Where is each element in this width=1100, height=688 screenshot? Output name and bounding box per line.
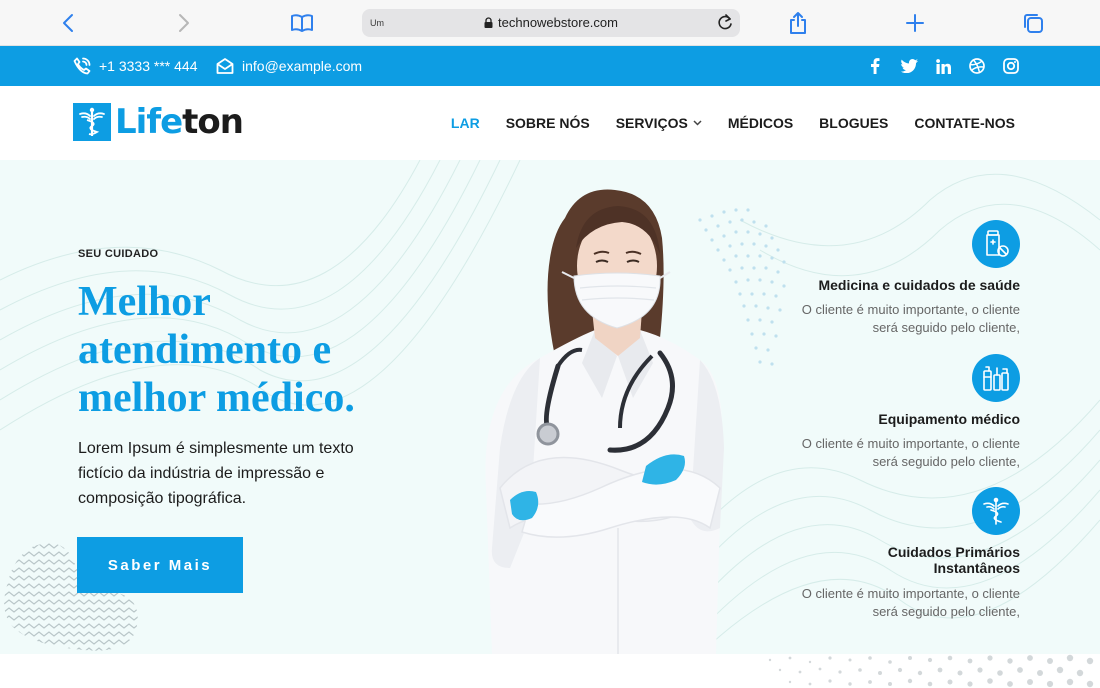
nav-item-doctors[interactable]: MÉDICOS [728,115,793,131]
feature-equipment-desc-line2: será seguido pelo cliente, [872,454,1020,469]
nav-item-services[interactable]: SERVIÇOS [616,115,702,131]
plus-icon [906,14,924,32]
book-icon [291,14,313,32]
nav-item-services-label: SERVIÇOS [615,115,688,131]
nav-item-contact[interactable]: CONTATE-NOS [914,115,1015,131]
share-icon [790,12,806,34]
hero-section: SEU CUIDADO Melhor atendimento e melhor … [0,160,1100,654]
chevron-left-icon [63,14,73,32]
tabs-button[interactable] [1019,9,1047,37]
hero-title: Melhor atendimento e melhor médico. [78,279,355,421]
linkedin-icon[interactable] [934,57,952,75]
hero-eyebrow: SEU CUIDADO [78,248,159,260]
decorative-dots-bottom [768,654,1094,688]
email-contact[interactable]: info@example.com [216,57,362,75]
feature-primary-care: Cuidados Primários Instantâneos O client… [760,487,1020,627]
nav-item-home[interactable]: LAR [451,115,480,131]
browser-toolbar: Um technowebstore.com [0,0,1100,46]
feature-equipment-desc-line1: O cliente é muito importante, o cliente [801,436,1020,451]
new-tab-button[interactable] [901,9,929,37]
medicine-bottle-icon [972,220,1020,268]
bookmarks-button[interactable] [288,9,316,37]
reload-icon[interactable] [716,14,734,32]
doctor-image [485,189,724,654]
feature-medicine-title: Medicina e cuidados de saúde [818,277,1020,293]
tabs-icon [1024,14,1043,33]
phone-number[interactable]: +1 3333 *** 444 [99,58,197,74]
phone-icon [73,57,91,75]
feature-equipment: Equipamento médico O cliente é muito imp… [760,354,1020,474]
url-label: technowebstore.com [498,15,618,30]
logo-text: Lifeton [115,102,244,142]
feature-primary-care-desc-line2: será seguido pelo cliente, [872,604,1020,619]
phone-contact[interactable]: +1 3333 *** 444 [73,57,197,75]
facebook-icon[interactable] [866,57,884,75]
dribbble-icon[interactable] [968,57,986,75]
url-text: technowebstore.com [362,15,740,30]
main-nav: LAR SOBRE NÓS SERVIÇOS MÉDICOS BLOGUES C… [425,115,1015,131]
feature-equipment-title: Equipamento médico [878,411,1020,427]
feature-medicine-desc-line2: será seguido pelo cliente, [872,320,1020,335]
learn-more-button[interactable]: Saber Mais [77,537,243,593]
twitter-icon[interactable] [900,57,918,75]
logo[interactable]: Lifeton [73,102,244,142]
feature-primary-care-desc-line1: O cliente é muito importante, o cliente [801,586,1020,601]
email-address[interactable]: info@example.com [242,58,362,74]
instagram-icon[interactable] [1002,57,1020,75]
site-header: Lifeton LAR SOBRE NÓS SERVIÇOS MÉDICOS B… [0,86,1100,160]
feature-medicine: Medicina e cuidados de saúde O cliente é… [760,220,1020,340]
back-button[interactable] [54,9,82,37]
lock-icon [484,17,493,28]
forward-button[interactable] [170,9,198,37]
nav-item-blogs[interactable]: BLOGUES [819,115,888,131]
top-info-bar: +1 3333 *** 444 info@example.com [0,46,1100,86]
address-bar[interactable]: Um technowebstore.com [362,9,740,37]
share-button[interactable] [784,9,812,37]
envelope-icon [216,58,234,74]
hero-description: Lorem Ipsum é simplesmente um texto fict… [78,440,354,507]
logo-text-part2: ton [182,102,244,142]
medical-equipment-icon [972,354,1020,402]
logo-text-part1: Life [115,102,183,142]
social-links [866,57,1020,75]
feature-primary-care-title: Cuidados Primários Instantâneos [887,544,1020,576]
chevron-right-icon [179,14,189,32]
caduceus-logo-icon [73,103,111,141]
chevron-down-icon [693,120,702,126]
feature-medicine-desc-line1: O cliente é muito importante, o cliente [801,302,1020,317]
caduceus-icon [972,487,1020,535]
nav-item-about[interactable]: SOBRE NÓS [506,115,590,131]
